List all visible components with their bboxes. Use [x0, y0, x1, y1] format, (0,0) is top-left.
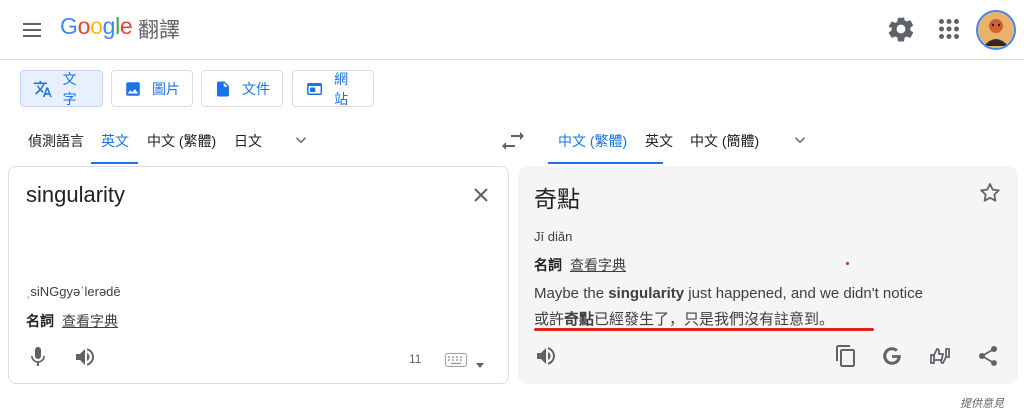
translation-romanization: Jī diǎn	[534, 229, 573, 244]
target-listen-speaker-icon[interactable]	[534, 344, 560, 370]
google-logo[interactable]: Google	[60, 13, 133, 40]
menu-icon[interactable]	[18, 16, 46, 44]
source-text-input[interactable]: singularity	[26, 182, 125, 208]
website-icon	[307, 82, 323, 95]
annotation-underline	[534, 328, 874, 331]
annotation-dot	[846, 262, 849, 265]
apps-grid-icon[interactable]	[934, 14, 964, 44]
source-part-of-speech: 名詞	[26, 313, 54, 329]
copy-translation-icon[interactable]	[834, 344, 860, 370]
source-panel: singularity ˌsiNGgyəˈlerədē 名詞 查看字典 11	[8, 166, 509, 384]
app-name: 翻譯	[138, 19, 180, 42]
save-translation-star-icon[interactable]	[978, 181, 1002, 205]
source-lang-detect[interactable]: 偵測語言	[28, 131, 84, 151]
source-dictionary-link[interactable]: 查看字典	[62, 311, 118, 331]
source-lang-selected-indicator	[91, 162, 138, 164]
example-highlight: singularity	[608, 285, 685, 302]
microphone-icon[interactable]	[26, 345, 52, 371]
target-more-langs-chevron-down-icon[interactable]	[791, 131, 809, 149]
mode-tab-label: 文件	[242, 80, 270, 97]
target-lang-chinese-simplified[interactable]: 中文 (簡體)	[690, 131, 759, 151]
target-part-of-speech: 名詞	[534, 257, 562, 273]
top-bar: Google 翻譯	[0, 0, 1024, 60]
target-lang-selected-indicator	[548, 162, 663, 164]
mode-tab-website[interactable]: 網站	[292, 70, 374, 107]
translation-result: 奇點	[534, 186, 580, 212]
example-sentence-chinese: 或許奇點已經發生了，只是我們沒有註意到。	[534, 308, 834, 329]
clear-source-close-icon[interactable]	[469, 183, 493, 207]
example-highlight: 奇點	[564, 311, 595, 328]
target-dictionary-link[interactable]: 查看字典	[570, 255, 626, 275]
translate-icon	[33, 80, 52, 97]
rate-translation-thumbs-icon[interactable]	[928, 344, 954, 370]
target-panel: 奇點 Jī diǎn 名詞 查看字典 Maybe the singularity…	[518, 166, 1018, 384]
keyboard-options-caret-down-icon[interactable]	[475, 356, 485, 368]
source-lang-english[interactable]: 英文	[101, 131, 129, 151]
source-lang-japanese[interactable]: 日文	[234, 131, 262, 151]
google-search-icon[interactable]	[880, 344, 906, 370]
source-listen-speaker-icon[interactable]	[73, 345, 99, 371]
settings-gear-icon[interactable]	[886, 14, 916, 44]
mode-tab-text[interactable]: 文字	[20, 70, 103, 107]
send-feedback-link[interactable]: 提供意見	[960, 395, 1004, 411]
target-lang-chinese-traditional[interactable]: 中文 (繁體)	[558, 131, 627, 151]
source-more-langs-chevron-down-icon[interactable]	[292, 131, 310, 149]
mode-tab-image[interactable]: 圖片	[111, 70, 193, 107]
image-icon	[126, 81, 140, 96]
mode-tab-label: 網站	[334, 70, 349, 107]
example-sentence-english: Maybe the singularity just happened, and…	[534, 285, 923, 302]
example-text: Maybe the	[534, 285, 609, 302]
example-text: just happened, and we didn't notice	[684, 285, 923, 302]
example-text: 已經發生了，只是我們沒有註意到。	[594, 311, 835, 328]
swap-languages-icon[interactable]	[500, 131, 526, 151]
source-lang-chinese-traditional[interactable]: 中文 (繁體)	[147, 131, 216, 151]
share-icon[interactable]	[976, 344, 1002, 370]
character-count: 11	[409, 352, 422, 366]
example-text: 或許	[534, 311, 565, 328]
target-lang-english[interactable]: 英文	[645, 131, 673, 151]
source-phonetic: ˌsiNGgyəˈlerədē	[26, 284, 121, 299]
mode-tab-document[interactable]: 文件	[201, 70, 283, 107]
mode-tab-label: 文字	[62, 70, 77, 107]
document-icon	[217, 81, 229, 96]
keyboard-icon[interactable]	[445, 353, 467, 367]
mode-tab-label: 圖片	[152, 80, 180, 97]
account-avatar[interactable]	[976, 10, 1016, 50]
